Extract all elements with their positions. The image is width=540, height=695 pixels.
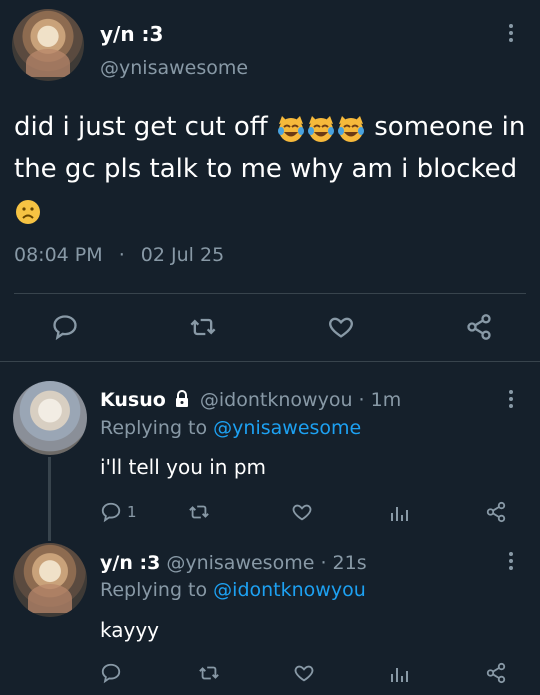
divider: [0, 361, 540, 362]
more-options-icon[interactable]: [503, 550, 519, 572]
tweet-text-part1: did i just get cut off: [14, 112, 268, 142]
avatar[interactable]: [12, 9, 84, 81]
like-icon[interactable]: [326, 313, 356, 341]
username-handle[interactable]: @ynisawesome: [100, 57, 248, 79]
tweet-timestamp: 08:04 PM · 02 Jul 25: [14, 244, 224, 266]
timestamp-separator: ·: [320, 552, 327, 574]
tweet-time: 08:04 PM: [14, 244, 103, 266]
like-icon[interactable]: [292, 662, 316, 684]
display-name[interactable]: Kusuo: [100, 389, 166, 411]
retweet-icon[interactable]: [187, 501, 211, 523]
thread-line: [48, 457, 51, 541]
timestamp-separator: ·: [358, 389, 365, 411]
reply-icon[interactable]: [51, 313, 79, 341]
lock-icon: [174, 390, 190, 408]
reply-time: 1m: [370, 389, 402, 411]
reply-icon[interactable]: [100, 501, 122, 523]
like-icon[interactable]: [290, 501, 314, 523]
replying-to-link[interactable]: @ynisawesome: [213, 417, 361, 439]
username-handle[interactable]: @ynisawesome: [166, 552, 314, 574]
share-icon[interactable]: [484, 662, 508, 684]
more-options-icon[interactable]: [503, 22, 519, 44]
tweet-date: 02 Jul 25: [140, 244, 225, 266]
username-handle[interactable]: @idontknowyou: [200, 389, 353, 411]
display-name[interactable]: y/n :3: [100, 22, 163, 46]
reply-icon[interactable]: [100, 662, 122, 684]
divider: [14, 293, 526, 294]
analytics-icon[interactable]: [388, 501, 410, 523]
frowning-face-emoji: [14, 198, 42, 226]
replying-to-label: Replying to: [100, 417, 208, 439]
reply-count: 1: [127, 503, 137, 521]
reply-header: Kusuo @idontknowyou · 1m: [100, 389, 401, 411]
tweet-text: did i just get cut off someone in the gc…: [14, 106, 534, 232]
share-icon[interactable]: [464, 313, 494, 341]
display-name[interactable]: y/n :3: [100, 552, 160, 574]
avatar[interactable]: [13, 543, 87, 617]
replying-to-link[interactable]: @idontknowyou: [213, 579, 366, 601]
timestamp-separator: ·: [118, 244, 125, 266]
joy-cat-emoji: [276, 114, 306, 142]
more-options-icon[interactable]: [503, 388, 519, 410]
reply-text: kayyy: [100, 618, 159, 642]
analytics-icon[interactable]: [388, 662, 410, 684]
joy-cat-emoji: [336, 114, 366, 142]
tweet-text-line2: the gc pls talk to me why am i blocked: [14, 154, 518, 184]
replying-to: Replying to @idontknowyou: [100, 579, 366, 601]
reply-header: y/n :3 @ynisawesome · 21s: [100, 552, 367, 574]
retweet-icon[interactable]: [197, 662, 221, 684]
share-icon[interactable]: [484, 501, 508, 523]
replying-to: Replying to @ynisawesome: [100, 417, 361, 439]
reply-time: 21s: [332, 552, 367, 574]
avatar[interactable]: [13, 381, 87, 455]
reply-text: i'll tell you in pm: [100, 455, 267, 479]
replying-to-label: Replying to: [100, 579, 208, 601]
tweet-text-part2: someone in: [374, 112, 526, 142]
joy-cat-emoji: [306, 114, 336, 142]
retweet-icon[interactable]: [188, 313, 218, 341]
